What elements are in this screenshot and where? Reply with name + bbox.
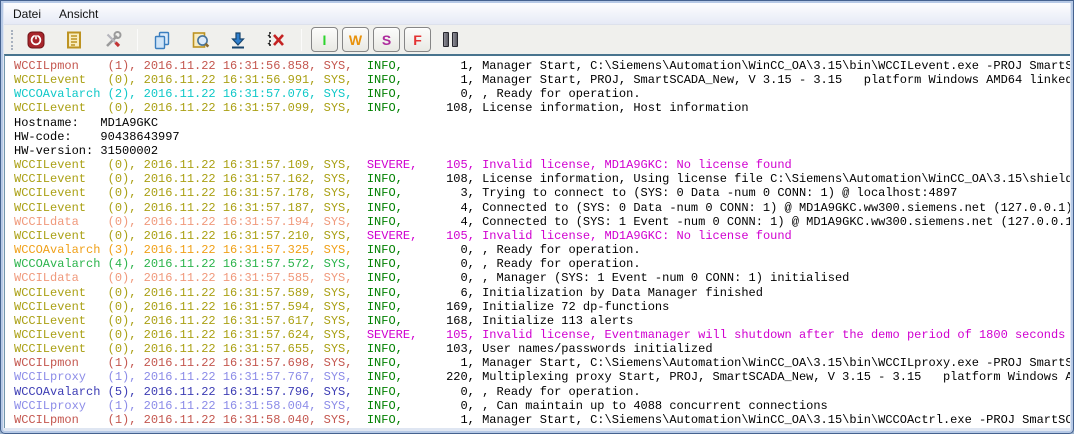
log-line: WCCILevent (0), 2016.11.22 16:31:57.655,… xyxy=(14,342,1070,356)
clear-log-button[interactable] xyxy=(261,27,291,52)
log-file-button[interactable] xyxy=(59,27,89,52)
toolbar-separator xyxy=(301,29,302,51)
filter-severe-toggle[interactable]: S xyxy=(373,27,400,52)
search-icon xyxy=(190,30,210,50)
log-line: WCCILevent (0), 2016.11.22 16:31:57.178,… xyxy=(14,186,1070,200)
log-line: WCCILproxy (1), 2016.11.22 16:31:58.004,… xyxy=(14,399,1070,413)
log-line: WCCILpmon (1), 2016.11.22 16:31:56.858, … xyxy=(14,59,1070,73)
toolbar-separator xyxy=(137,29,138,51)
filter-warning-toggle[interactable]: W xyxy=(342,27,369,52)
log-line: WCCILpmon (1), 2016.11.22 16:31:57.698, … xyxy=(14,356,1070,370)
log-line: WCCILevent (0), 2016.11.22 16:31:57.187,… xyxy=(14,201,1070,215)
log-file-icon xyxy=(64,30,84,50)
log-line-plain: HW-version: 31500002 xyxy=(14,144,1070,158)
log-line: WCCOAvalarch (5), 2016.11.22 16:31:57.79… xyxy=(14,385,1070,399)
copy-icon xyxy=(152,30,172,50)
log-line: WCCILevent (0), 2016.11.22 16:31:57.162,… xyxy=(14,172,1070,186)
pause-columns-icon[interactable] xyxy=(443,32,458,47)
log-line: WCCILevent (0), 2016.11.22 16:31:56.991,… xyxy=(14,73,1070,87)
search-button[interactable] xyxy=(185,27,215,52)
settings-tools-button[interactable] xyxy=(97,27,127,52)
log-line: WCCILevent (0), 2016.11.22 16:31:57.099,… xyxy=(14,101,1070,115)
log-line: WCCILproxy (1), 2016.11.22 16:31:57.767,… xyxy=(14,370,1070,384)
filter-fatal-toggle[interactable]: F xyxy=(404,27,431,52)
save-down-button[interactable] xyxy=(223,27,253,52)
menubar: Datei Ansicht xyxy=(4,3,1070,25)
log-line: WCCOActrl (1), 2016.11.22 16:31:58.126, … xyxy=(14,427,1070,428)
log-line: WCCOAvalarch (2), 2016.11.22 16:31:57.07… xyxy=(14,87,1070,101)
log-viewer-window: Datei Ansicht xyxy=(0,0,1074,434)
log-line: WCCILevent (0), 2016.11.22 16:31:57.589,… xyxy=(14,286,1070,300)
log-line: WCCILevent (0), 2016.11.22 16:31:57.617,… xyxy=(14,314,1070,328)
log-line: WCCILevent (0), 2016.11.22 16:31:57.109,… xyxy=(14,158,1070,172)
log-line-plain: Hostname: MD1A9GKC xyxy=(14,116,1070,130)
log-line: WCCOAvalarch (3), 2016.11.22 16:31:57.32… xyxy=(14,243,1070,257)
save-down-icon xyxy=(228,30,248,50)
clear-log-icon xyxy=(265,30,287,50)
copy-button[interactable] xyxy=(147,27,177,52)
menu-ansicht[interactable]: Ansicht xyxy=(50,4,107,24)
toolbar-grip[interactable] xyxy=(11,30,13,50)
pause-bar xyxy=(452,32,458,47)
log-line: WCCILevent (0), 2016.11.22 16:31:57.624,… xyxy=(14,328,1070,342)
log-line: WCCILevent (0), 2016.11.22 16:31:57.594,… xyxy=(14,300,1070,314)
toolbar: I W S F xyxy=(4,25,1070,54)
log-line-plain: HW-code: 90438643997 xyxy=(14,130,1070,144)
log-view[interactable]: WCCILpmon (1), 2016.11.22 16:31:56.858, … xyxy=(4,54,1070,428)
filter-info-toggle[interactable]: I xyxy=(311,27,338,52)
log-line: WCCILdata (0), 2016.11.22 16:31:57.585, … xyxy=(14,271,1070,285)
log-line: WCCILpmon (1), 2016.11.22 16:31:58.040, … xyxy=(14,413,1070,427)
power-stop-button[interactable] xyxy=(21,27,51,52)
log-line: WCCILdata (0), 2016.11.22 16:31:57.194, … xyxy=(14,215,1070,229)
settings-tools-icon xyxy=(102,30,122,50)
log-line: WCCILevent (0), 2016.11.22 16:31:57.210,… xyxy=(14,229,1070,243)
log-line: WCCOAvalarch (4), 2016.11.22 16:31:57.57… xyxy=(14,257,1070,271)
menu-datei[interactable]: Datei xyxy=(4,4,50,24)
pause-bar xyxy=(443,32,449,47)
power-stop-icon xyxy=(26,30,46,50)
